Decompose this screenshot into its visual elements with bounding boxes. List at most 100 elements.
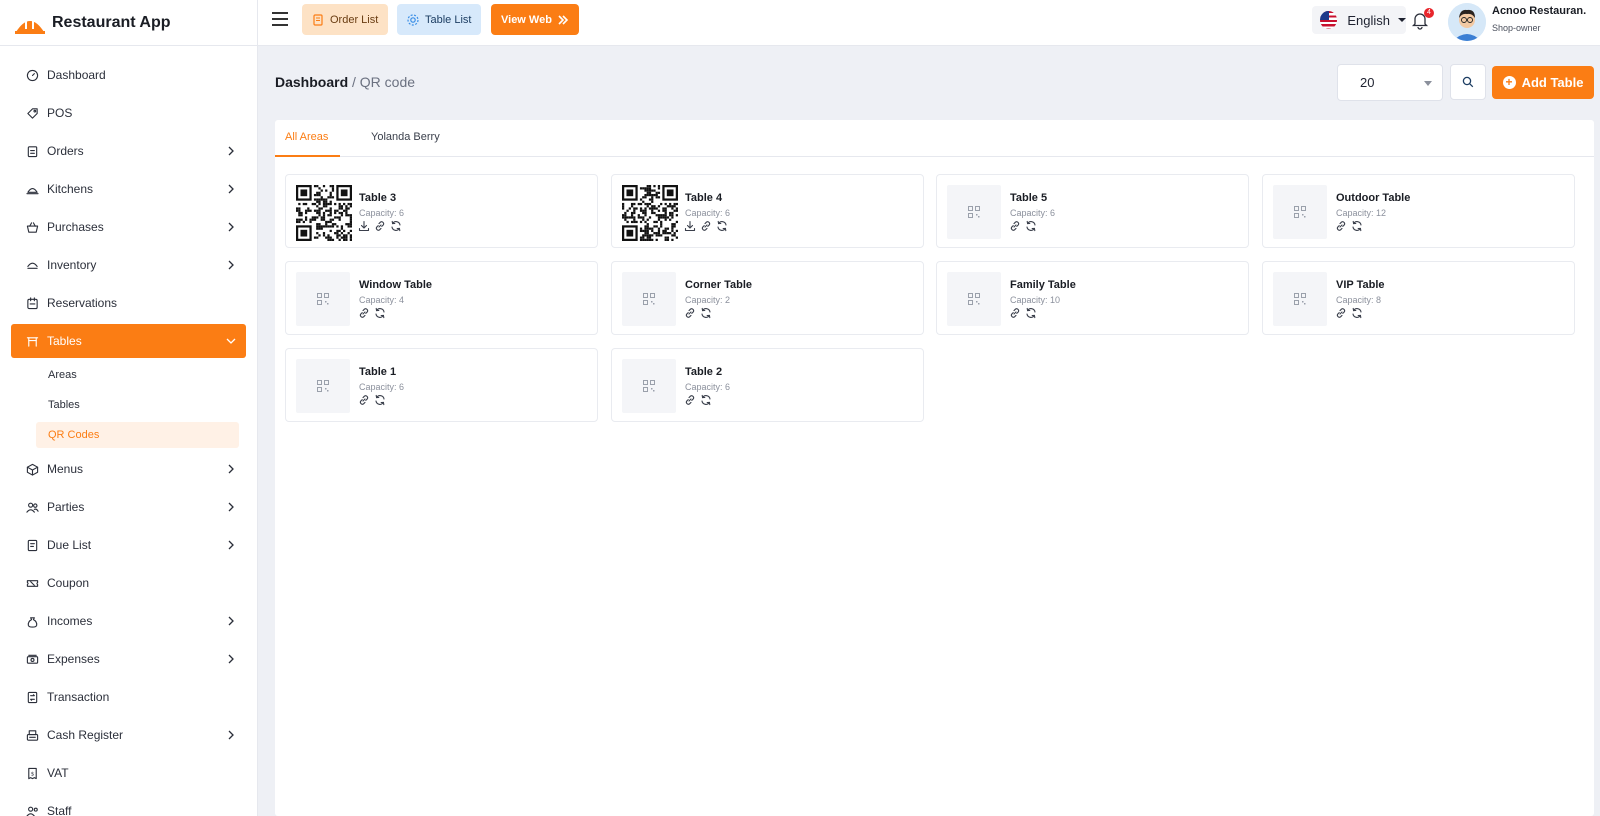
sidebar-item-expenses[interactable]: Expenses — [11, 642, 246, 676]
card-actions — [1335, 307, 1367, 319]
card-actions — [358, 220, 406, 232]
sidebar-item-tables[interactable]: Tables — [11, 324, 246, 358]
link-icon[interactable] — [1335, 220, 1347, 232]
order-list-button[interactable]: Order List — [302, 4, 389, 35]
avatar[interactable] — [1448, 3, 1486, 41]
table-card: Outdoor Table Capacity: 12 — [1262, 174, 1575, 248]
link-icon[interactable] — [358, 394, 370, 406]
sidebar-item-label: VAT — [47, 766, 69, 780]
chevron-right-icon — [226, 463, 236, 474]
table-list-icon — [407, 13, 419, 26]
regenerate-icon[interactable] — [1025, 307, 1037, 319]
regenerate-icon[interactable] — [1025, 220, 1037, 232]
regenerate-icon[interactable] — [374, 307, 386, 319]
regenerate-icon[interactable] — [1351, 220, 1363, 232]
table-name: Table 4 — [685, 192, 723, 204]
caret-down-icon — [1398, 18, 1406, 22]
card-actions — [684, 394, 716, 406]
card-actions — [1335, 220, 1367, 232]
link-icon[interactable] — [1009, 307, 1021, 319]
qr-placeholder-icon — [296, 359, 350, 413]
sidebar-item-label: Cash Register — [47, 728, 124, 742]
regenerate-icon[interactable] — [700, 307, 712, 319]
chevron-right-icon — [226, 615, 236, 626]
brand[interactable]: Restaurant App — [0, 0, 257, 46]
breadcrumb-current: / QR code — [352, 74, 416, 90]
table-capacity: Capacity: 6 — [359, 382, 405, 392]
sidebar-item-label: POS — [47, 106, 73, 120]
sidebar-item-purchases[interactable]: Purchases — [11, 210, 246, 244]
restaurant-logo-icon — [15, 20, 45, 34]
plus-circle-icon: + — [1502, 76, 1516, 89]
sidebar-item-transaction[interactable]: Transaction — [11, 680, 246, 714]
tab-all-areas[interactable]: All Areas — [285, 131, 328, 143]
regenerate-icon[interactable] — [390, 220, 402, 232]
table-card: Window Table Capacity: 4 — [285, 261, 598, 335]
invoice-icon — [26, 539, 39, 552]
sidebar-item-parties[interactable]: Parties — [11, 490, 246, 524]
table-list-button[interactable]: Table List — [397, 4, 482, 35]
money-bag-icon — [26, 615, 39, 628]
users-icon — [26, 501, 39, 514]
regenerate-icon[interactable] — [700, 394, 712, 406]
regenerate-icon[interactable] — [1351, 307, 1363, 319]
per-page-select[interactable]: 20 — [1337, 64, 1443, 101]
sidebar-item-reservations[interactable]: Reservations — [11, 286, 246, 320]
notification-badge: 4 — [1424, 8, 1434, 18]
table-capacity: Capacity: 4 — [359, 295, 405, 305]
sidebar-item-due-list[interactable]: Due List — [11, 528, 246, 562]
download-icon[interactable] — [358, 220, 370, 232]
breadcrumb-root[interactable]: Dashboard — [275, 74, 348, 90]
chevron-right-icon — [226, 539, 236, 550]
table-card: Table 3 Capacity: 6 — [285, 174, 598, 248]
link-icon[interactable] — [700, 220, 712, 232]
language-selector[interactable]: English — [1312, 6, 1406, 34]
qr-panel: All Areas Yolanda Berry Table 3 Capacity:… — [275, 120, 1594, 816]
sidebar-item-cash-register[interactable]: Cash Register — [11, 718, 246, 752]
link-icon[interactable] — [374, 220, 386, 232]
table-name: Table 3 — [359, 192, 397, 204]
link-icon[interactable] — [684, 394, 696, 406]
view-web-label: View Web — [501, 13, 552, 26]
regenerate-icon[interactable] — [716, 220, 728, 232]
order-list-label: Order List — [330, 13, 379, 26]
qr-placeholder-icon — [947, 185, 1001, 239]
sidebar-item-coupon[interactable]: Coupon — [11, 566, 246, 600]
sidebar-subitem-areas[interactable]: Areas — [36, 362, 239, 388]
chevron-right-icon — [226, 653, 236, 664]
sidebar-item-incomes[interactable]: Incomes — [11, 604, 246, 638]
link-icon[interactable] — [1009, 220, 1021, 232]
chevron-right-icon — [226, 501, 236, 512]
qr-placeholder-icon — [1273, 185, 1327, 239]
user-name: Acnoo Restauran. — [1492, 5, 1587, 17]
sidebar-item-kitchens[interactable]: Kitchens — [11, 172, 246, 206]
table-capacity: Capacity: 10 — [1010, 295, 1061, 305]
area-tabs: All Areas Yolanda Berry — [275, 120, 1594, 157]
tab-yolanda-berry[interactable]: Yolanda Berry — [371, 131, 440, 143]
link-icon[interactable] — [1335, 307, 1347, 319]
view-web-button[interactable]: View Web — [491, 4, 579, 35]
search-button[interactable] — [1450, 64, 1486, 100]
menu-toggle-icon[interactable] — [272, 12, 288, 26]
sidebar-item-label: Kitchens — [47, 182, 94, 196]
sidebar-item-inventory[interactable]: Inventory — [11, 248, 246, 282]
staff-icon — [26, 805, 39, 816]
topbar: Order List Table List View Web English 4 — [258, 0, 1600, 46]
sidebar-item-pos[interactable]: POS — [11, 96, 246, 130]
sidebar-subitem-qr-codes[interactable]: QR Codes — [36, 422, 239, 448]
sidebar-subitem-tables[interactable]: Tables — [36, 392, 239, 418]
sidebar-item-vat[interactable]: $ VAT — [11, 756, 246, 790]
sidebar-item-staff[interactable]: Staff — [11, 794, 246, 816]
dashboard-icon — [26, 69, 39, 82]
sidebar-item-menus[interactable]: Menus — [11, 452, 246, 486]
link-icon[interactable] — [684, 307, 696, 319]
link-icon[interactable] — [358, 307, 370, 319]
sidebar-item-orders[interactable]: Orders — [11, 134, 246, 168]
receipt-icon: $ — [26, 767, 39, 780]
add-table-button[interactable]: + Add Table — [1492, 66, 1594, 99]
sidebar-item-dashboard[interactable]: Dashboard — [11, 58, 246, 92]
download-icon[interactable] — [684, 220, 696, 232]
regenerate-icon[interactable] — [374, 394, 386, 406]
app-name: Restaurant App — [52, 13, 171, 31]
chevron-right-icon — [226, 259, 236, 270]
